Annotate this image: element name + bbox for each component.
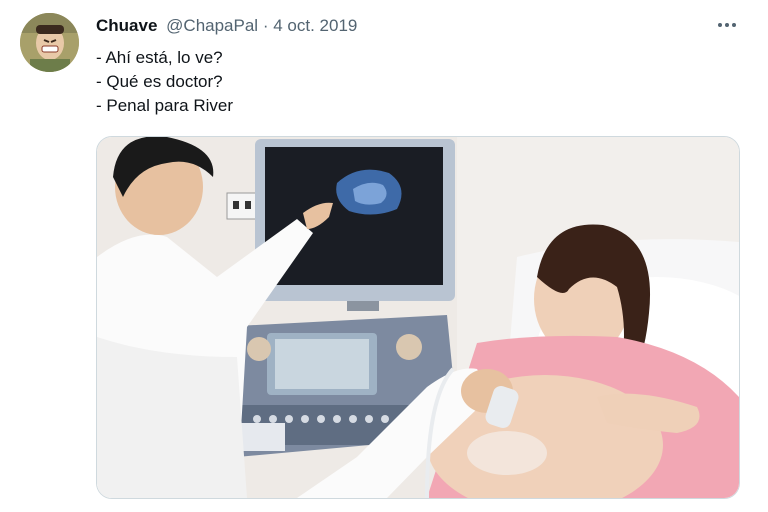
tweet-date[interactable]: 4 oct. 2019 [273,16,357,35]
tweet-line-2: - Qué es doctor? [96,72,223,91]
tweet-media-image[interactable] [96,136,740,499]
author-handle[interactable]: @ChapaPal [166,16,258,35]
tweet-line-3: - Penal para River [96,96,234,115]
separator-dot: · [262,16,269,35]
tweet-line-1: - Ahí está, lo ve? [96,48,223,67]
ultrasound-photo [97,137,739,498]
avatar[interactable] [20,13,79,72]
author-name[interactable]: Chuave [96,16,157,35]
tweet-text: - Ahí está, lo ve? - Qué es doctor? - Pe… [96,46,233,118]
more-icon[interactable] [712,12,742,38]
tweet: Chuave @ChapaPal · 4 oct. 2019 - Ahí est… [0,0,768,512]
tweet-header: Chuave @ChapaPal · 4 oct. 2019 [96,16,357,36]
